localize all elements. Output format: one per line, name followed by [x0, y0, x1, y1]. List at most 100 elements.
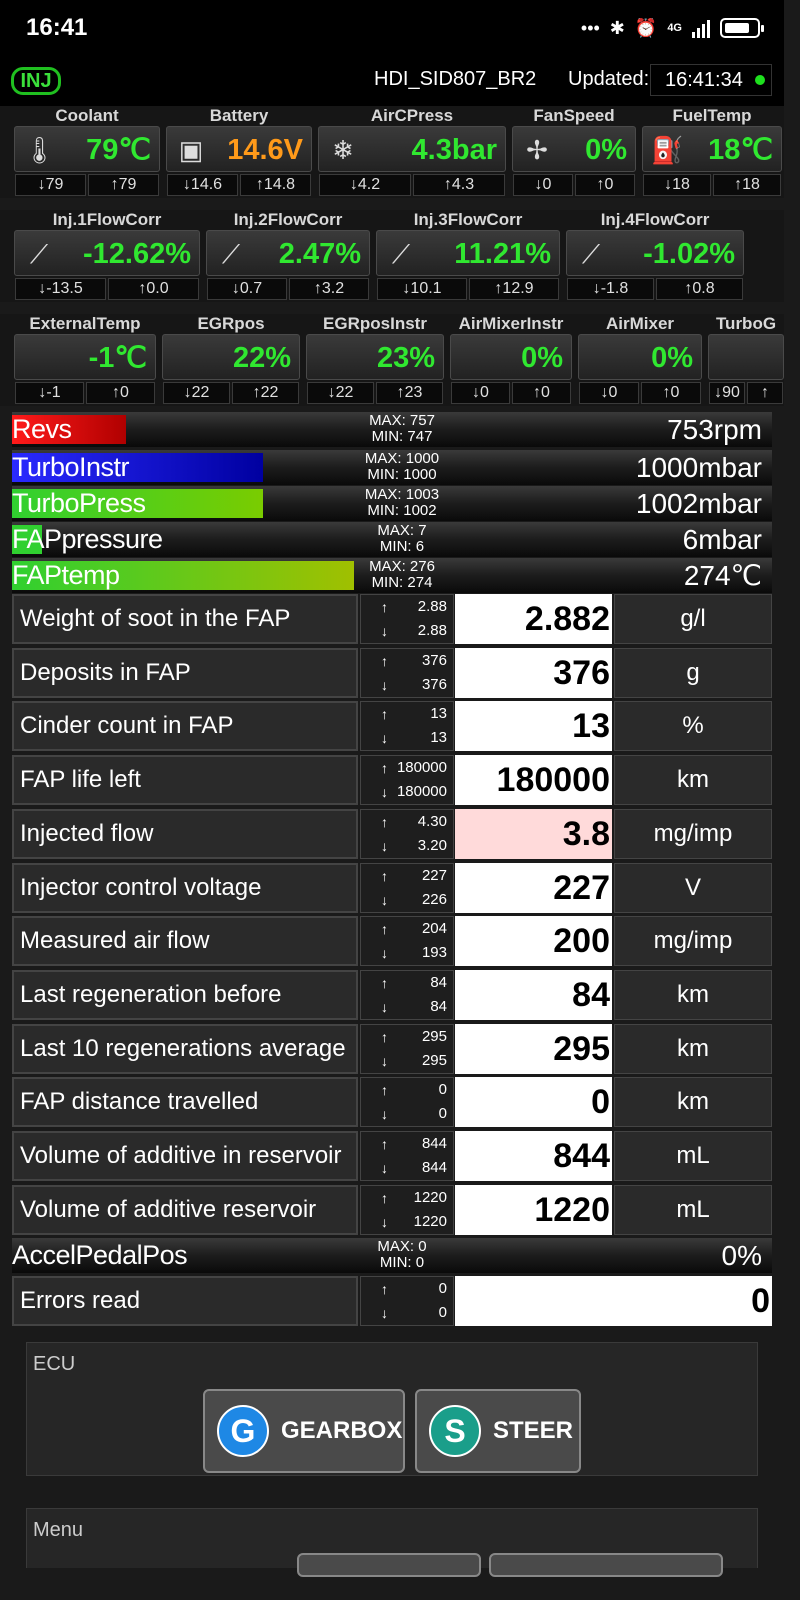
- row-max: 1220: [413, 1188, 447, 1206]
- row-max-line: ↑ 180000: [365, 756, 449, 780]
- bar-min: MIN: 1000: [367, 466, 437, 483]
- gauge-min: ↓90: [709, 382, 745, 404]
- gauge-inj-4flowcorr[interactable]: Inj.4FlowCorr ⟋ -1.02% ↓-1.8 ↑0.8: [564, 210, 746, 302]
- gauge-egrpos[interactable]: EGRpos 22% ↓22 ↑22: [160, 314, 302, 406]
- gauge-airmixerinstr[interactable]: AirMixerInstr 0% ↓0 ↑0: [448, 314, 574, 406]
- down-arrow-icon: ↓: [381, 837, 388, 854]
- gauge-box: -1℃: [14, 334, 156, 380]
- bar-min: MIN: 1002: [367, 502, 437, 519]
- table-row[interactable]: Cinder count in FAP ↑ 13 ↓ 13 13%: [12, 701, 772, 752]
- down-arrow-icon: ↓: [183, 384, 192, 401]
- gauge-inj-1flowcorr[interactable]: Inj.1FlowCorr ⟋ -12.62% ↓-13.5 ↑0.0: [12, 210, 202, 302]
- gauge-max: ↑12.9: [469, 278, 559, 300]
- bar-value: 0%: [721, 1240, 762, 1271]
- gauge-coolant[interactable]: Coolant 🌡 79℃ ↓79 ↑79: [12, 106, 162, 198]
- bar-max: MAX: 757: [369, 412, 435, 429]
- row-max-line: ↑ 204: [365, 917, 449, 941]
- row-min: 193: [421, 944, 447, 962]
- gauge-min-value: -1: [46, 384, 61, 401]
- gauge-box: 0%: [578, 334, 702, 380]
- table-row[interactable]: Volume of additive in reservoir ↑ 844 ↓ 844 8…: [12, 1131, 772, 1181]
- bar-turboinstr[interactable]: TurboInstr MAX: 1000 MIN: 1000 1000mbar: [12, 450, 772, 485]
- row-minmax: ↑ 227 ↓ 226: [360, 862, 454, 913]
- bar-minmax: MAX: 7 MIN: 6: [342, 523, 462, 555]
- row-max: 180000: [396, 759, 447, 777]
- gauge-max: ↑0: [512, 382, 571, 404]
- bar-revs[interactable]: Revs MAX: 757 MIN: 747 753rpm: [12, 412, 772, 447]
- gauge-min-value: 0: [480, 384, 489, 401]
- up-arrow-icon: ↑: [110, 176, 119, 193]
- row-min: 13: [430, 729, 447, 747]
- row-unit: g/l: [614, 594, 772, 644]
- menu-button[interactable]: [489, 1553, 723, 1577]
- gauge-min: ↓22: [307, 382, 374, 404]
- gauge-min-value: 90: [722, 384, 740, 401]
- table-row[interactable]: Weight of soot in the FAP ↑ 2.88 ↓ 2.88 2.882…: [12, 594, 772, 644]
- gauge-externaltemp[interactable]: ExternalTemp -1℃ ↓-1 ↑0: [12, 314, 158, 406]
- bar-minmax: MAX: 757 MIN: 747: [342, 413, 462, 445]
- gauge-airmixer[interactable]: AirMixer 0% ↓0 ↑0: [576, 314, 704, 406]
- gearbox-button[interactable]: G GEARBOX: [203, 1389, 405, 1473]
- gauge-max-value: 0.0: [146, 280, 169, 297]
- table-row[interactable]: Injector control voltage ↑ 227 ↓ 226 227 V: [12, 862, 772, 913]
- row-label: Measured air flow: [12, 916, 358, 967]
- updated-time: 16:41:34: [665, 68, 743, 91]
- table-row[interactable]: Deposits in FAP ↑ 376 ↓ 376 376 g: [12, 647, 772, 698]
- row-minmax: ↑ 0 ↓ 0: [360, 1276, 454, 1326]
- row-min: 226: [421, 890, 447, 908]
- gauge-minmax: ↓0 ↑0: [578, 382, 702, 404]
- table-row[interactable]: Measured air flow ↑ 204 ↓ 193 200 mg/imp: [12, 916, 772, 967]
- bar-label: AccelPedalPos: [12, 1240, 188, 1270]
- menu-button[interactable]: [297, 1553, 481, 1577]
- gauge-battery[interactable]: Battery ▣ 14.6V ↓14.6 ↑14.8: [164, 106, 314, 198]
- panel-title: Menu: [33, 1519, 84, 1541]
- gauge-box: 🌡 79℃: [14, 126, 160, 172]
- gauge-min: ↓0: [451, 382, 510, 404]
- up-arrow-icon: ↑: [381, 1281, 388, 1297]
- table-row[interactable]: Volume of additive reservoir ↑ 1220 ↓ 1220 12…: [12, 1184, 772, 1235]
- gauge-aircpress[interactable]: AirCPress ❄ 4.3bar ↓4.2 ↑4.3: [316, 106, 508, 198]
- gauge-min: ↓0: [513, 174, 573, 196]
- table-row[interactable]: Last regeneration before ↑ 84 ↓ 84 84 km: [12, 969, 772, 1020]
- status-bar: 16:41 ••• ✱ ⏰ 4G: [0, 0, 784, 56]
- bar-label: Revs: [12, 414, 72, 444]
- app-logo[interactable]: INJ: [11, 67, 61, 95]
- up-arrow-icon: ↑: [533, 384, 542, 401]
- bar-faptemp[interactable]: FAPtemp MAX: 276 MIN: 274 274℃: [12, 558, 772, 593]
- gauge-minmax: ↓79 ↑79: [14, 174, 160, 196]
- row-minmax: ↑ 1220 ↓ 1220: [360, 1184, 454, 1235]
- gauge-value: 4.3bar: [411, 134, 497, 166]
- row2-gauges: Inj.1FlowCorr ⟋ -12.62% ↓-13.5 ↑0.0 Inj.2Flow…: [0, 210, 784, 302]
- bar-turbopress[interactable]: TurboPress MAX: 1003 MIN: 1002 1002mbar: [12, 486, 772, 521]
- gauge-turbog[interactable]: TurboG ↓90 ↑: [706, 314, 786, 406]
- gauge-fanspeed[interactable]: FanSpeed ✢ 0% ↓0 ↑0: [510, 106, 638, 198]
- bar-fappressure[interactable]: FAPpressure MAX: 7 MIN: 6 6mbar: [12, 522, 772, 557]
- gauge-value: -12.62%: [82, 238, 191, 270]
- gauge-inj-2flowcorr[interactable]: Inj.2FlowCorr ⟋ 2.47% ↓0.7 ↑3.2: [204, 210, 372, 302]
- gauge-min: ↓0: [579, 382, 639, 404]
- table-row[interactable]: FAP life left ↑ 180000 ↓ 180000 180000 km: [12, 755, 772, 806]
- down-arrow-icon: ↓: [381, 784, 388, 801]
- down-arrow-icon: ↓: [182, 176, 191, 193]
- table-row[interactable]: Last 10 regenerations average ↑ 295 ↓ 295 295…: [12, 1023, 772, 1074]
- row-unit: km: [614, 969, 772, 1020]
- gauge-fueltemp[interactable]: FuelTemp ⛽ 18℃ ↓18 ↑18: [640, 106, 784, 198]
- gauge-min-value: 0: [608, 384, 618, 401]
- row-min-line: ↓ 844: [365, 1156, 449, 1180]
- gauge-inj-3flowcorr[interactable]: Inj.3FlowCorr ⟋ 11.21% ↓10.1 ↑12.9: [374, 210, 562, 302]
- bar-max: MAX: 1000: [364, 450, 440, 467]
- gauge-min: ↓14.6: [167, 174, 238, 196]
- up-arrow-icon: ↑: [381, 974, 388, 991]
- row-max-line: ↑ 13: [365, 702, 449, 726]
- gauge-box: ▣ 14.6V: [166, 126, 312, 172]
- steer-button[interactable]: S STEER: [415, 1389, 581, 1473]
- gauge-egrposinstr[interactable]: EGRposInstr 23% ↓22 ↑23: [304, 314, 446, 406]
- table-row[interactable]: FAP distance travelled ↑ 0 ↓ 0 0 km: [12, 1077, 772, 1128]
- gauge-max: ↑0: [86, 382, 155, 404]
- gauge-box: ❄ 4.3bar: [318, 126, 506, 172]
- row-unit: mg/imp: [614, 916, 772, 967]
- gauge-max: ↑: [747, 382, 783, 404]
- table-row[interactable]: Injected flow ↑ 4.30 ↓ 3.20 3.8 mg/imp: [12, 808, 772, 859]
- row-min-line: ↓ 226: [365, 888, 449, 912]
- row-label: Cinder count in FAP: [12, 701, 358, 752]
